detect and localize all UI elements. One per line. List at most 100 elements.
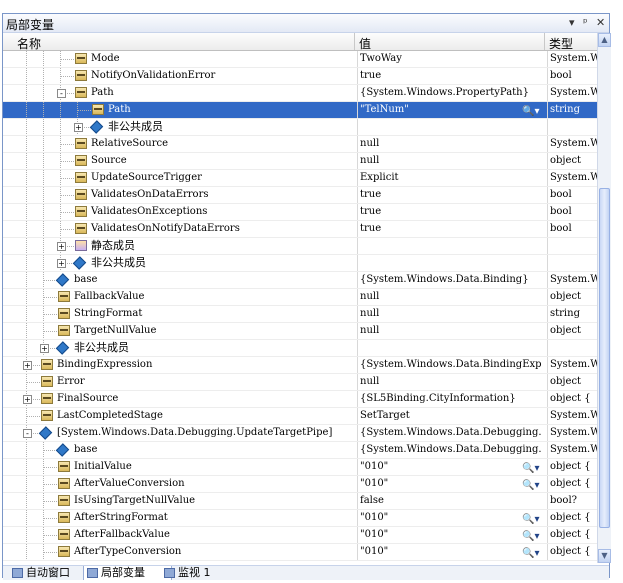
- tree-row[interactable]: AfterValueConversion "010" 🔍▾ object {: [3, 476, 597, 493]
- scroll-down-button[interactable]: ▼: [598, 549, 611, 563]
- tree-row[interactable]: - Path {System.Windows.PropertyPath} System…: [3, 85, 597, 102]
- tree-row[interactable]: UpdateSourceTrigger Explicit System.W: [3, 170, 597, 187]
- collapse-icon[interactable]: -: [57, 89, 66, 98]
- value-cell[interactable]: null: [357, 323, 548, 339]
- tree-row[interactable]: AfterTypeConversion "010" 🔍▾ object {: [3, 544, 597, 561]
- tab-autos[interactable]: 自动窗口: [9, 566, 92, 580]
- name-cell: + 非公共成员: [3, 119, 354, 135]
- property-icon: [58, 529, 70, 540]
- value-cell[interactable]: {System.Windows.PropertyPath}: [357, 85, 548, 101]
- value-cell[interactable]: [357, 119, 548, 135]
- scroll-thumb[interactable]: [599, 188, 610, 528]
- tree-row[interactable]: RelativeSource null System.W: [3, 136, 597, 153]
- tab-label: 监视 1: [178, 566, 211, 579]
- value-cell[interactable]: [357, 340, 548, 356]
- tree-row[interactable]: TargetNullValue null object: [3, 323, 597, 340]
- tree-row[interactable]: + 非公共成员: [3, 255, 597, 272]
- type-cell: object: [547, 153, 597, 169]
- tree-row[interactable]: FallbackValue null object: [3, 289, 597, 306]
- tree-row[interactable]: base {System.Windows.Data.Binding} System.…: [3, 272, 597, 289]
- property-icon: [75, 189, 87, 200]
- tree-row[interactable]: IsUsingTargetNullValue false bool?: [3, 493, 597, 510]
- column-name-header[interactable]: 名称: [17, 35, 41, 52]
- value-cell[interactable]: "010" 🔍▾: [357, 527, 548, 543]
- tree-row[interactable]: + 静态成员: [3, 238, 597, 255]
- value-cell[interactable]: {System.Windows.Data.BindingExp: [357, 357, 548, 373]
- tree-row[interactable]: Source null object: [3, 153, 597, 170]
- value-cell[interactable]: "010" 🔍▾: [357, 476, 548, 492]
- tree-row[interactable]: + 非公共成员: [3, 119, 597, 136]
- value-cell[interactable]: Explicit: [357, 170, 548, 186]
- value-cell[interactable]: true: [357, 221, 548, 237]
- value-cell[interactable]: {System.Windows.Data.Debugging.: [357, 442, 548, 458]
- field-icon: [38, 426, 53, 440]
- value-cell[interactable]: null: [357, 153, 548, 169]
- close-icon[interactable]: ✕: [596, 16, 605, 29]
- value-cell[interactable]: null: [357, 374, 548, 390]
- value-cell[interactable]: true: [357, 187, 548, 203]
- type-cell: object {: [547, 391, 597, 407]
- value-cell[interactable]: "010" 🔍▾: [357, 544, 548, 560]
- column-value-header[interactable]: 值: [359, 35, 371, 52]
- value-cell[interactable]: TwoWay: [357, 51, 548, 67]
- tree-row[interactable]: Path "TelNum" 🔍▾ string: [3, 102, 597, 119]
- tree-row[interactable]: + FinalSource {SL5Binding.CityInformation}…: [3, 391, 597, 408]
- collapse-icon[interactable]: -: [23, 429, 32, 438]
- tree-row[interactable]: base {System.Windows.Data.Debugging. Syste…: [3, 442, 597, 459]
- visualizer-magnifier-icon[interactable]: 🔍▾: [522, 104, 539, 118]
- value-cell[interactable]: null: [357, 136, 548, 152]
- variable-value: {System.Windows.Data.BindingExp: [360, 359, 542, 370]
- value-cell[interactable]: true: [357, 68, 548, 84]
- visualizer-magnifier-icon[interactable]: 🔍▾: [522, 512, 539, 526]
- tree-row[interactable]: ValidatesOnNotifyDataErrors true bool: [3, 221, 597, 238]
- value-cell[interactable]: null: [357, 289, 548, 305]
- value-cell[interactable]: "010" 🔍▾: [357, 510, 548, 526]
- tree-row[interactable]: Mode TwoWay System.W: [3, 51, 597, 68]
- vertical-scrollbar[interactable]: ▲ ▼: [597, 33, 611, 563]
- tree-row[interactable]: - [System.Windows.Data.Debugging.UpdateTa…: [3, 425, 597, 442]
- visualizer-magnifier-icon[interactable]: 🔍▾: [522, 546, 539, 560]
- tree-row[interactable]: LastCompletedStage SetTarget System.W: [3, 408, 597, 425]
- tree-row[interactable]: AfterStringFormat "010" 🔍▾ object {: [3, 510, 597, 527]
- value-cell[interactable]: true: [357, 204, 548, 220]
- value-cell[interactable]: false: [357, 493, 548, 509]
- scroll-up-button[interactable]: ▲: [598, 33, 611, 47]
- tab-watch-1[interactable]: 监视 1: [161, 566, 238, 580]
- column-type-header[interactable]: 类型: [549, 35, 573, 52]
- value-cell[interactable]: [357, 238, 548, 254]
- variable-value: {System.Windows.Data.Debugging.: [360, 444, 542, 455]
- tree-row[interactable]: InitialValue "010" 🔍▾ object {: [3, 459, 597, 476]
- variable-value: null: [360, 155, 380, 166]
- tree-row[interactable]: StringFormat null string: [3, 306, 597, 323]
- expand-icon[interactable]: +: [57, 259, 66, 268]
- expand-icon[interactable]: +: [23, 361, 32, 370]
- name-cell: + 静态成员: [3, 238, 354, 254]
- visualizer-magnifier-icon[interactable]: 🔍▾: [522, 529, 539, 543]
- expand-icon[interactable]: +: [23, 395, 32, 404]
- type-cell: System.W: [547, 51, 597, 67]
- visualizer-magnifier-icon[interactable]: 🔍▾: [522, 478, 539, 492]
- value-cell[interactable]: null: [357, 306, 548, 322]
- value-cell[interactable]: SetTarget: [357, 408, 548, 424]
- visualizer-magnifier-icon[interactable]: 🔍▾: [522, 461, 539, 475]
- dropdown-icon[interactable]: ▾: [569, 16, 575, 29]
- tab-locals[interactable]: 局部变量: [83, 566, 172, 580]
- tree-row[interactable]: NotifyOnValidationError true bool: [3, 68, 597, 85]
- value-cell[interactable]: [357, 255, 548, 271]
- tree-row[interactable]: + 非公共成员: [3, 340, 597, 357]
- tree-row[interactable]: + BindingExpression {System.Windows.Data.B…: [3, 357, 597, 374]
- tree-row[interactable]: AfterFallbackValue "010" 🔍▾ object {: [3, 527, 597, 544]
- expand-icon[interactable]: +: [74, 123, 83, 132]
- type-cell: System.W: [547, 425, 597, 441]
- tree-row[interactable]: ValidatesOnExceptions true bool: [3, 204, 597, 221]
- expand-icon[interactable]: +: [57, 242, 66, 251]
- value-cell[interactable]: "TelNum" 🔍▾: [357, 102, 548, 118]
- expand-icon[interactable]: +: [40, 344, 49, 353]
- tree-row[interactable]: Error null object: [3, 374, 597, 391]
- value-cell[interactable]: {System.Windows.Data.Debugging.: [357, 425, 548, 441]
- pin-icon[interactable]: ᵖ: [583, 16, 588, 29]
- value-cell[interactable]: {System.Windows.Data.Binding}: [357, 272, 548, 288]
- value-cell[interactable]: "010" 🔍▾: [357, 459, 548, 475]
- value-cell[interactable]: {SL5Binding.CityInformation}: [357, 391, 548, 407]
- tree-row[interactable]: ValidatesOnDataErrors true bool: [3, 187, 597, 204]
